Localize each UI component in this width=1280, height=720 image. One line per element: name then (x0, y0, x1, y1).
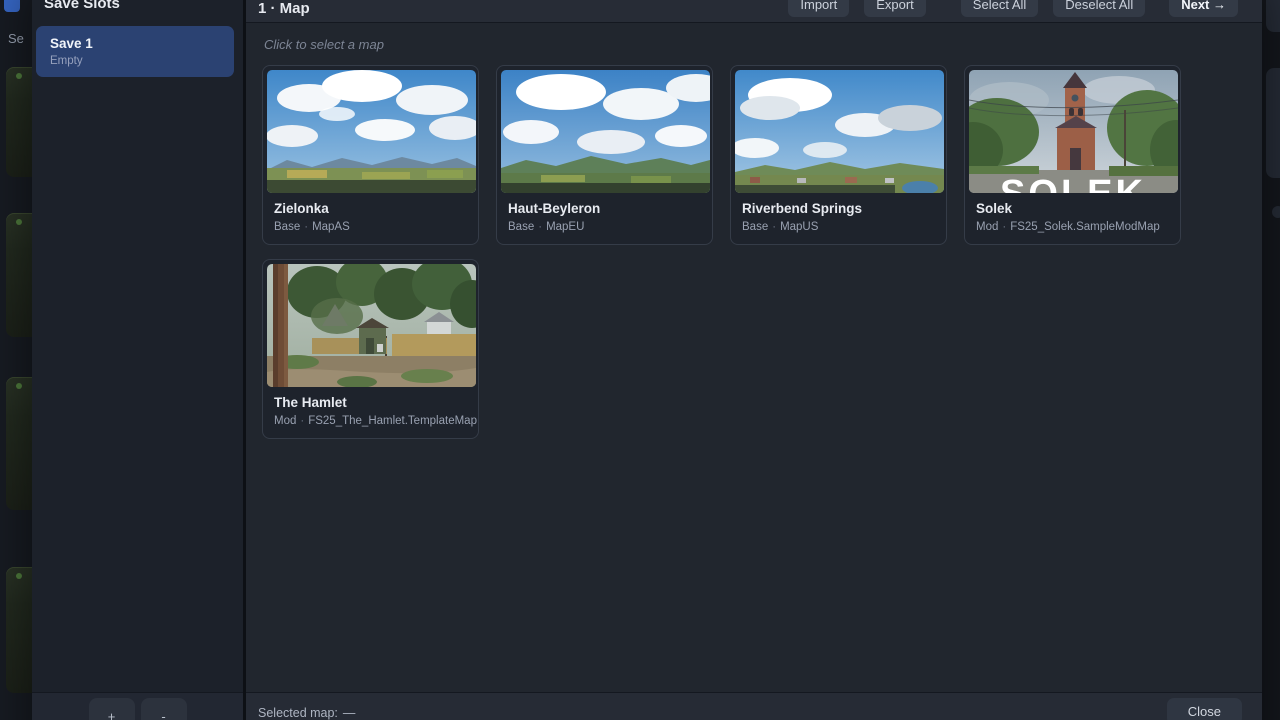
select-all-button[interactable]: Select All (961, 0, 1038, 17)
background-button-fragment (1266, 0, 1280, 32)
remove-slot-button[interactable]: - (141, 698, 187, 720)
map-subtitle: Mod·FS25_The_Hamlet.TemplateMap (274, 414, 467, 428)
map-subtitle: Mod·FS25_Solek.SampleModMap (976, 220, 1169, 234)
map-select-hint: Click to select a map (264, 37, 1246, 53)
map-list-area: Click to select a map (246, 23, 1262, 692)
save-editor-dialog: Save Slots Save 1 Empty + - 1 · Map Impo… (32, 0, 1262, 720)
subtitle-separator: · (300, 221, 312, 233)
subtitle-separator: · (998, 221, 1010, 233)
step-title: 1 · Map (258, 0, 310, 17)
map-id: MapEU (546, 221, 584, 233)
haut-beyleron-landscape-image (501, 70, 710, 193)
background-accent-pill (4, 0, 20, 12)
save-slot-item[interactable]: Save 1 Empty (36, 26, 234, 77)
map-source: Base (508, 221, 534, 233)
background-dot-fragment (1272, 206, 1280, 218)
map-subtitle: Base·MapEU (508, 220, 701, 234)
import-button[interactable]: Import (788, 0, 849, 17)
map-id: MapUS (780, 221, 818, 233)
zielonka-landscape-image (267, 70, 476, 193)
riverbend-springs-landscape-image (735, 70, 944, 193)
map-source: Base (274, 221, 300, 233)
subtitle-separator: · (534, 221, 546, 233)
selected-map-value: — (338, 706, 356, 720)
add-slot-button[interactable]: + (89, 698, 135, 720)
save-slots-panel: Save Slots Save 1 Empty + - (32, 0, 243, 720)
map-subtitle: Base·MapAS (274, 220, 467, 234)
save-slot-status: Empty (50, 55, 220, 67)
background-app-right (1262, 0, 1280, 720)
subtitle-separator: · (296, 415, 308, 427)
map-thumbnail (501, 70, 710, 193)
map-name: Riverbend Springs (742, 201, 935, 217)
map-card-zielonka[interactable]: Zielonka Base·MapAS (262, 65, 479, 245)
map-name: Solek (976, 201, 1169, 217)
selected-map-label: Selected map: (258, 706, 338, 720)
map-name: Zielonka (274, 201, 467, 217)
map-step-header: 1 · Map Import Export Select All Deselec… (246, 0, 1262, 23)
solek-church-image: SOLEK (969, 70, 1178, 193)
map-subtitle: Base·MapUS (742, 220, 935, 234)
map-name: The Hamlet (274, 395, 467, 411)
save-slot-name: Save 1 (50, 36, 220, 51)
save-slots-spacer (32, 77, 243, 692)
next-step-button[interactable]: Next → (1169, 0, 1238, 17)
map-id: MapAS (312, 221, 350, 233)
background-truncated-label: Se (8, 31, 24, 46)
map-step-footer: Selected map:— Close (246, 692, 1262, 720)
map-card-solek[interactable]: SOLEK Solek Mod·FS25_Solek.SampleModMap (964, 65, 1181, 245)
background-app-left: Se (0, 0, 34, 720)
map-source: Mod (976, 221, 998, 233)
map-source: Base (742, 221, 768, 233)
save-slots-title: Save Slots (32, 0, 243, 14)
map-name: Haut-Beyleron (508, 201, 701, 217)
screen: Se Save Slots Save 1 Empty + - (0, 0, 1280, 720)
svg-text:SOLEK: SOLEK (1000, 173, 1146, 193)
deselect-all-button[interactable]: Deselect All (1053, 0, 1145, 17)
map-id: FS25_The_Hamlet.TemplateMap (308, 415, 477, 427)
map-card-riverbend-springs[interactable]: Riverbend Springs Base·MapUS (730, 65, 947, 245)
map-toolbar: Import Export Select All Deselect All Ne… (788, 0, 1238, 17)
export-button[interactable]: Export (864, 0, 926, 17)
map-thumbnail (735, 70, 944, 193)
map-thumbnail (267, 70, 476, 193)
selected-map-status: Selected map:— (258, 706, 355, 720)
map-source: Mod (274, 415, 296, 427)
map-card-haut-beyleron[interactable]: Haut-Beyleron Base·MapEU (496, 65, 713, 245)
subtitle-separator: · (768, 221, 780, 233)
map-id: FS25_Solek.SampleModMap (1010, 221, 1160, 233)
close-button[interactable]: Close (1167, 698, 1242, 720)
map-thumbnail: SOLEK (969, 70, 1178, 193)
map-card-grid: Zielonka Base·MapAS (262, 65, 1246, 439)
background-button-fragment (1266, 68, 1280, 178)
save-slots-footer: + - (32, 692, 243, 720)
map-card-the-hamlet[interactable]: The Hamlet Mod·FS25_The_Hamlet.TemplateM… (262, 259, 479, 439)
map-step-panel: 1 · Map Import Export Select All Deselec… (246, 0, 1262, 720)
map-thumbnail (267, 264, 476, 387)
the-hamlet-forest-image (267, 264, 476, 387)
